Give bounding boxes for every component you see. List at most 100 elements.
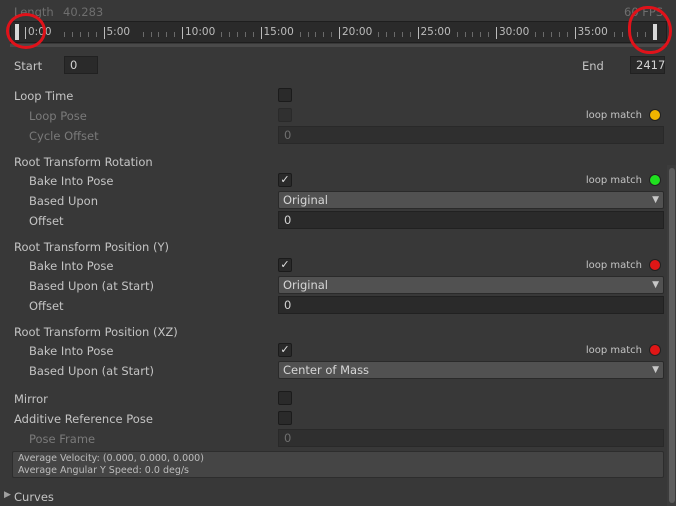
root-position-xz-bake-label: Bake Into Pose <box>29 344 114 358</box>
root-position-y-based-upon-value: Original <box>283 278 329 292</box>
timeline-minor-tick <box>622 32 623 37</box>
root-position-y-based-upon-dropdown[interactable]: Original ▼ <box>278 276 664 294</box>
start-label: Start <box>14 59 43 73</box>
curves-foldout-label[interactable]: Curves <box>14 490 54 504</box>
root-rotation-header: Root Transform Rotation <box>14 155 153 169</box>
timeline-minor-tick <box>174 32 175 37</box>
additive-reference-pose-label: Additive Reference Pose <box>14 412 153 426</box>
timeline-minor-tick <box>88 32 89 37</box>
average-angular-speed-text: Average Angular Y Speed: 0.0 deg/s <box>18 465 189 476</box>
timeline-minor-tick <box>410 32 411 37</box>
annotation-circle-end <box>628 6 672 54</box>
timeline-minor-tick <box>315 32 316 37</box>
timeline-minor-tick <box>386 32 387 37</box>
root-rotation-match-indicator <box>649 174 661 186</box>
timeline-minor-tick <box>559 32 560 37</box>
timeline-minor-tick <box>72 32 73 37</box>
timeline-minor-tick <box>472 32 473 37</box>
root-position-y-match-indicator <box>649 259 661 271</box>
timeline-tick-label: 15:00 <box>263 26 294 38</box>
timeline-minor-tick <box>96 32 97 37</box>
timeline-minor-tick <box>64 32 65 37</box>
curves-foldout-arrow-icon[interactable]: ▶ <box>4 490 11 500</box>
timeline-minor-tick <box>378 32 379 37</box>
timeline-minor-tick <box>551 32 552 37</box>
timeline-minor-tick <box>245 32 246 37</box>
timeline-minor-tick <box>308 32 309 37</box>
root-position-xz-loop-match-label: loop match <box>585 345 642 356</box>
root-rotation-bake-label: Bake Into Pose <box>29 174 114 188</box>
timeline-scroll-track[interactable] <box>10 44 667 47</box>
timeline-major-tick <box>574 27 576 39</box>
timeline-minor-tick <box>237 32 238 37</box>
end-field[interactable]: 2417 <box>630 56 665 74</box>
root-rotation-based-upon-label: Based Upon <box>29 194 98 208</box>
mirror-label: Mirror <box>14 392 48 406</box>
dropdown-arrow-icon: ▼ <box>652 365 659 375</box>
root-position-xz-based-upon-label: Based Upon (at Start) <box>29 364 154 378</box>
timeline-minor-tick <box>465 32 466 37</box>
root-position-y-loop-match-label: loop match <box>585 260 642 271</box>
timeline-minor-tick <box>151 32 152 37</box>
loop-pose-label: Loop Pose <box>29 109 87 123</box>
timeline-minor-tick <box>543 32 544 37</box>
pose-frame-field[interactable]: 0 <box>278 429 664 447</box>
root-rotation-loop-match-label: loop match <box>585 175 642 186</box>
loop-pose-checkbox[interactable] <box>278 108 292 122</box>
timeline-minor-tick <box>535 32 536 37</box>
timeline-minor-tick <box>480 32 481 37</box>
cycle-offset-field[interactable]: 0 <box>278 126 664 144</box>
loop-time-checkbox[interactable] <box>278 88 292 102</box>
root-rotation-offset-field[interactable]: 0 <box>278 211 664 229</box>
root-rotation-offset-label: Offset <box>29 214 64 228</box>
root-position-y-header: Root Transform Position (Y) <box>14 240 169 254</box>
average-velocity-text: Average Velocity: (0.000, 0.000, 0.000) <box>18 453 204 464</box>
checkmark-icon: ✓ <box>280 173 290 186</box>
vertical-scrollbar-thumb[interactable] <box>669 168 675 503</box>
timeline-minor-tick <box>402 32 403 37</box>
timeline-tick-label: 25:00 <box>420 26 451 38</box>
root-position-y-offset-label: Offset <box>29 299 64 313</box>
root-position-y-offset-field[interactable]: 0 <box>278 296 664 314</box>
start-field[interactable]: 0 <box>64 56 98 74</box>
root-position-y-based-upon-label: Based Upon (at Start) <box>29 279 154 293</box>
timeline-major-tick <box>260 27 262 39</box>
end-label: End <box>582 59 604 73</box>
timeline-minor-tick <box>331 32 332 37</box>
timeline-minor-tick <box>143 32 144 37</box>
timeline-minor-tick <box>229 32 230 37</box>
mirror-checkbox[interactable] <box>278 391 292 405</box>
cycle-offset-label: Cycle Offset <box>29 129 99 143</box>
timeline-minor-tick <box>80 32 81 37</box>
additive-reference-pose-checkbox[interactable] <box>278 411 292 425</box>
root-position-xz-based-upon-dropdown[interactable]: Center of Mass ▼ <box>278 361 664 379</box>
dropdown-arrow-icon: ▼ <box>652 280 659 290</box>
checkmark-icon: ✓ <box>280 343 290 356</box>
root-rotation-based-upon-dropdown[interactable]: Original ▼ <box>278 191 664 209</box>
timeline-major-tick <box>496 27 497 39</box>
timeline-tick-label: 10:00 <box>185 26 216 38</box>
timeline-minor-tick <box>300 32 301 37</box>
timeline-ruler[interactable]: 0:00 5:00 10:00 15:00 20:00 25:00 30:00 35:00 <box>10 21 667 43</box>
root-rotation-based-upon-value: Original <box>283 193 329 207</box>
checkmark-icon: ✓ <box>280 258 290 271</box>
timeline-minor-tick <box>614 32 615 37</box>
dropdown-arrow-icon: ▼ <box>652 195 659 205</box>
timeline-major-tick <box>182 27 183 39</box>
timeline-minor-tick <box>158 32 159 37</box>
root-position-xz-bake-checkbox[interactable]: ✓ <box>278 343 292 357</box>
timeline-minor-tick <box>457 32 458 37</box>
timeline-minor-tick <box>323 32 324 37</box>
timeline-major-tick <box>103 27 105 39</box>
loop-pose-match-indicator <box>649 109 661 121</box>
timeline-minor-tick <box>567 32 568 37</box>
loop-pose-loop-match-label: loop match <box>585 110 642 121</box>
timeline-minor-tick <box>166 32 167 37</box>
pose-frame-label: Pose Frame <box>29 432 96 446</box>
timeline-tick-label: 5:00 <box>106 26 131 38</box>
timeline-minor-tick <box>394 32 395 37</box>
root-position-y-bake-checkbox[interactable]: ✓ <box>278 258 292 272</box>
root-rotation-bake-checkbox[interactable]: ✓ <box>278 173 292 187</box>
timeline-tick-label: 30:00 <box>499 26 530 38</box>
timeline-minor-tick <box>221 32 222 37</box>
